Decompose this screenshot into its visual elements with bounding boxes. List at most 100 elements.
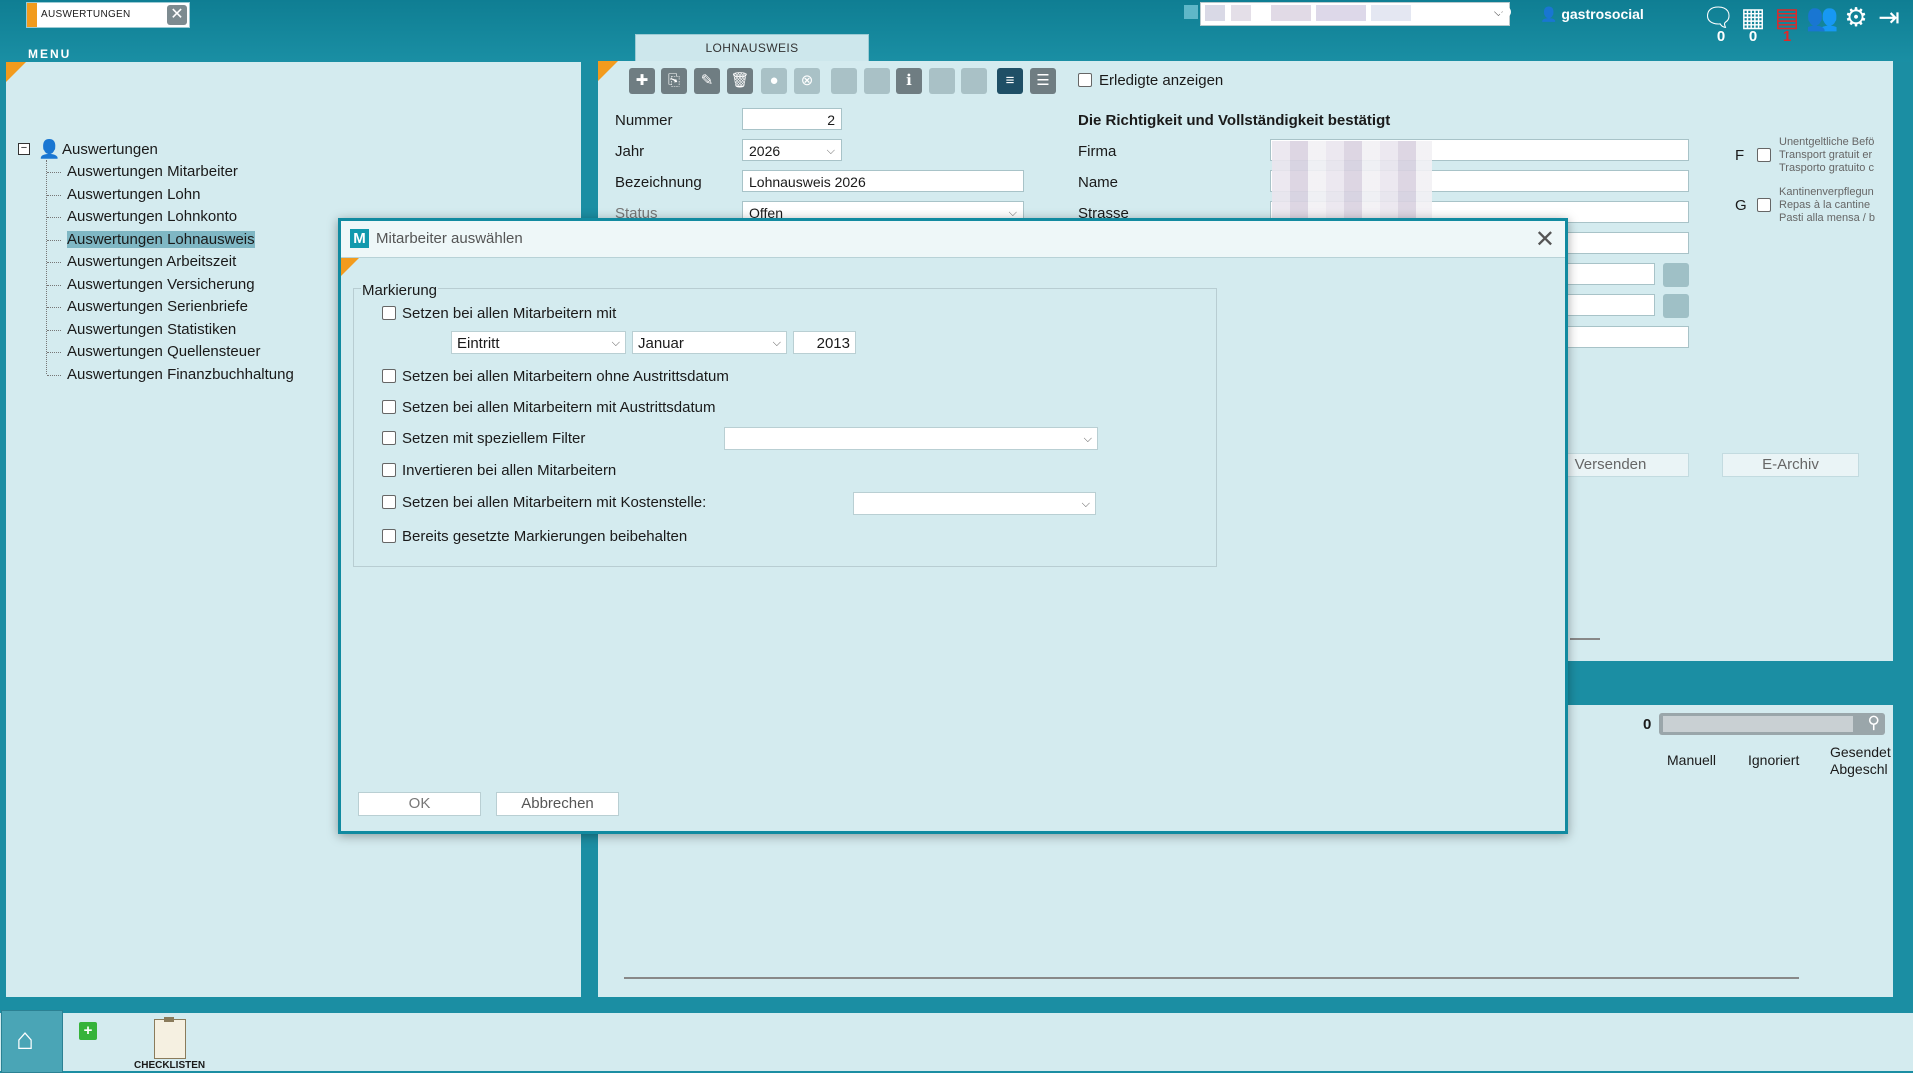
option-eintritt-label: Setzen bei allen Mitarbeitern mit <box>402 305 617 322</box>
gear-icon[interactable]: ⚙ <box>1841 2 1871 32</box>
circle-icon[interactable]: ● <box>761 68 787 94</box>
chevron-down-icon: ⌵ <box>1083 433 1092 445</box>
earchiv-button[interactable]: E-Archiv <box>1722 453 1859 477</box>
chevron-down-icon: ⌵ <box>611 337 620 349</box>
add-icon[interactable]: ✚ <box>629 68 655 94</box>
option-filter-checkbox[interactable] <box>382 431 396 445</box>
panel-corner-flag <box>6 62 26 82</box>
col-ignoriert[interactable]: Ignoriert <box>1748 752 1799 768</box>
col-abgeschl[interactable]: Abgeschl <box>1830 761 1888 777</box>
tree-item-quellensteuer[interactable]: Auswertungen Quellensteuer <box>67 343 260 360</box>
tree-item-finanzbuchhaltung[interactable]: Auswertungen Finanzbuchhaltung <box>67 366 294 383</box>
search-icon[interactable]: ⚲ <box>1498 2 1513 27</box>
option-kostenstelle-checkbox[interactable] <box>382 495 396 509</box>
kostenstelle-select[interactable]: ⌵ <box>853 492 1096 515</box>
option-keep-markings-label: Bereits gesetzte Markierungen beibehalte… <box>402 528 688 545</box>
tab-lohnausweis[interactable]: LOHNAUSWEIS <box>635 34 869 62</box>
calendar-count: 0 <box>1748 28 1758 45</box>
tree-root-label[interactable]: Auswertungen <box>62 141 158 158</box>
select-employees-dialog: M Mitarbeiter auswählen ✕ Markierung Set… <box>338 218 1568 834</box>
tree-item-versicherung[interactable]: Auswertungen Versicherung <box>67 276 255 293</box>
horizontal-scrollbar[interactable] <box>624 977 1799 979</box>
tree-line <box>46 160 47 374</box>
option-ohne-austritt-checkbox[interactable] <box>382 369 396 383</box>
edit-icon[interactable]: ✎ <box>694 68 720 94</box>
list-search-input[interactable]: ⚲ <box>1659 713 1885 735</box>
clipboard-clip <box>164 1017 174 1022</box>
tab-auswertungen[interactable]: AUSWERTUNGEN ✕ <box>26 2 190 28</box>
f-note-line: Unentgeltliche Befö <box>1779 136 1875 148</box>
option-keep-markings-checkbox[interactable] <box>382 529 396 543</box>
home-button[interactable]: ⌂ <box>1 1010 63 1073</box>
users-icon[interactable]: 👥 <box>1806 2 1838 32</box>
checklisten-label[interactable]: CHECKLISTEN <box>134 1060 205 1071</box>
tab-label: AUSWERTUNGEN <box>41 9 131 20</box>
home-icon: ⌂ <box>16 1023 35 1056</box>
col-manuell[interactable]: Manuell <box>1667 752 1716 768</box>
toolbar-blank-button-3[interactable] <box>929 68 955 94</box>
eintritt-value: Eintritt <box>457 335 500 352</box>
tree-item-serienbriefe[interactable]: Auswertungen Serienbriefe <box>67 298 248 315</box>
toolbar-blank-button-2[interactable] <box>864 68 890 94</box>
cancel-circle-icon[interactable]: ⊗ <box>794 68 820 94</box>
filter-select[interactable]: ⌵ <box>724 427 1098 450</box>
f-note-line: Trasporto gratuito c <box>1779 162 1874 174</box>
option-eintritt-checkbox[interactable] <box>382 306 396 320</box>
clipboard-icon[interactable] <box>154 1017 186 1059</box>
option-invert-label: Invertieren bei allen Mitarbeitern <box>402 462 617 479</box>
toolbar-blank-button-1[interactable] <box>831 68 857 94</box>
info-icon[interactable]: ℹ <box>896 68 922 94</box>
lookup-button[interactable] <box>1663 294 1689 318</box>
option-ohne-austritt-label: Setzen bei allen Mitarbeitern ohne Austr… <box>402 368 729 385</box>
f-checkbox[interactable] <box>1757 148 1771 162</box>
tree-item-arbeitszeit[interactable]: Auswertungen Arbeitszeit <box>67 253 236 270</box>
delete-icon[interactable]: 🗑 <box>727 68 753 94</box>
logout-icon[interactable]: ⇥ <box>1874 2 1904 32</box>
tree-item-lohnausweis[interactable]: Auswertungen Lohnausweis <box>67 231 255 248</box>
list-icon[interactable]: ☰ <box>1030 68 1056 94</box>
g-note-line: Pasti alla mensa / b <box>1779 212 1875 224</box>
option-mit-austritt-checkbox[interactable] <box>382 400 396 414</box>
year-input[interactable]: 2013 <box>793 331 856 354</box>
jahr-select[interactable]: 2026 ⌵ <box>742 139 842 161</box>
firma-label: Firma <box>1078 143 1117 160</box>
add-icon[interactable]: + <box>79 1022 97 1040</box>
markierung-legend: Markierung <box>361 282 439 299</box>
option-filter-label: Setzen mit speziellem Filter <box>402 430 586 447</box>
global-search-select[interactable]: ⌵ <box>1200 2 1510 26</box>
nummer-input[interactable]: 2 <box>742 108 842 130</box>
bezeichnung-input[interactable]: Lohnausweis 2026 <box>742 170 1024 192</box>
chevron-down-icon: ⌵ <box>1081 498 1090 510</box>
collapse-tree-icon[interactable]: − <box>18 143 30 155</box>
blurred-address-image <box>1272 141 1432 219</box>
tree-item-statistiken[interactable]: Auswertungen Statistiken <box>67 321 236 338</box>
option-invert-checkbox[interactable] <box>382 463 396 477</box>
month-value: Januar <box>638 335 684 352</box>
user-name[interactable]: 👤 gastrosocial <box>1540 6 1644 23</box>
copy-icon[interactable]: ⎘ <box>661 68 687 94</box>
search-icon[interactable]: ⚲ <box>1868 713 1880 733</box>
cancel-button[interactable]: Abbrechen <box>496 792 619 816</box>
dialog-titlebar: M Mitarbeiter auswählen ✕ <box>341 221 1565 258</box>
option-mit-austritt-label: Setzen bei allen Mitarbeitern mit Austri… <box>402 399 716 416</box>
search-field-inner <box>1663 716 1853 732</box>
dialog-title: Mitarbeiter auswählen <box>376 230 523 247</box>
toolbar-blank-button-4[interactable] <box>961 68 987 94</box>
f-note-line: Transport gratuit er <box>1779 149 1873 161</box>
align-left-icon[interactable]: ≡ <box>997 68 1023 94</box>
g-letter: G <box>1735 197 1747 214</box>
tree-item-mitarbeiter[interactable]: Auswertungen Mitarbeiter <box>67 163 238 180</box>
jahr-value: 2026 <box>749 143 781 159</box>
tree-item-lohn[interactable]: Auswertungen Lohn <box>67 186 200 203</box>
tree-item-lohnkonto[interactable]: Auswertungen Lohnkonto <box>67 208 237 225</box>
ok-button[interactable]: OK <box>358 792 481 816</box>
month-select[interactable]: Januar ⌵ <box>632 331 787 354</box>
col-gesendet[interactable]: Gesendet <box>1830 744 1891 760</box>
lookup-button[interactable] <box>1663 263 1689 287</box>
eintritt-select[interactable]: Eintritt ⌵ <box>451 331 626 354</box>
close-tab-icon[interactable]: ✕ <box>167 5 187 25</box>
close-icon[interactable]: ✕ <box>1535 225 1555 254</box>
panel-gap <box>1570 661 1893 705</box>
g-checkbox[interactable] <box>1757 198 1771 212</box>
show-done-checkbox[interactable] <box>1078 73 1092 87</box>
